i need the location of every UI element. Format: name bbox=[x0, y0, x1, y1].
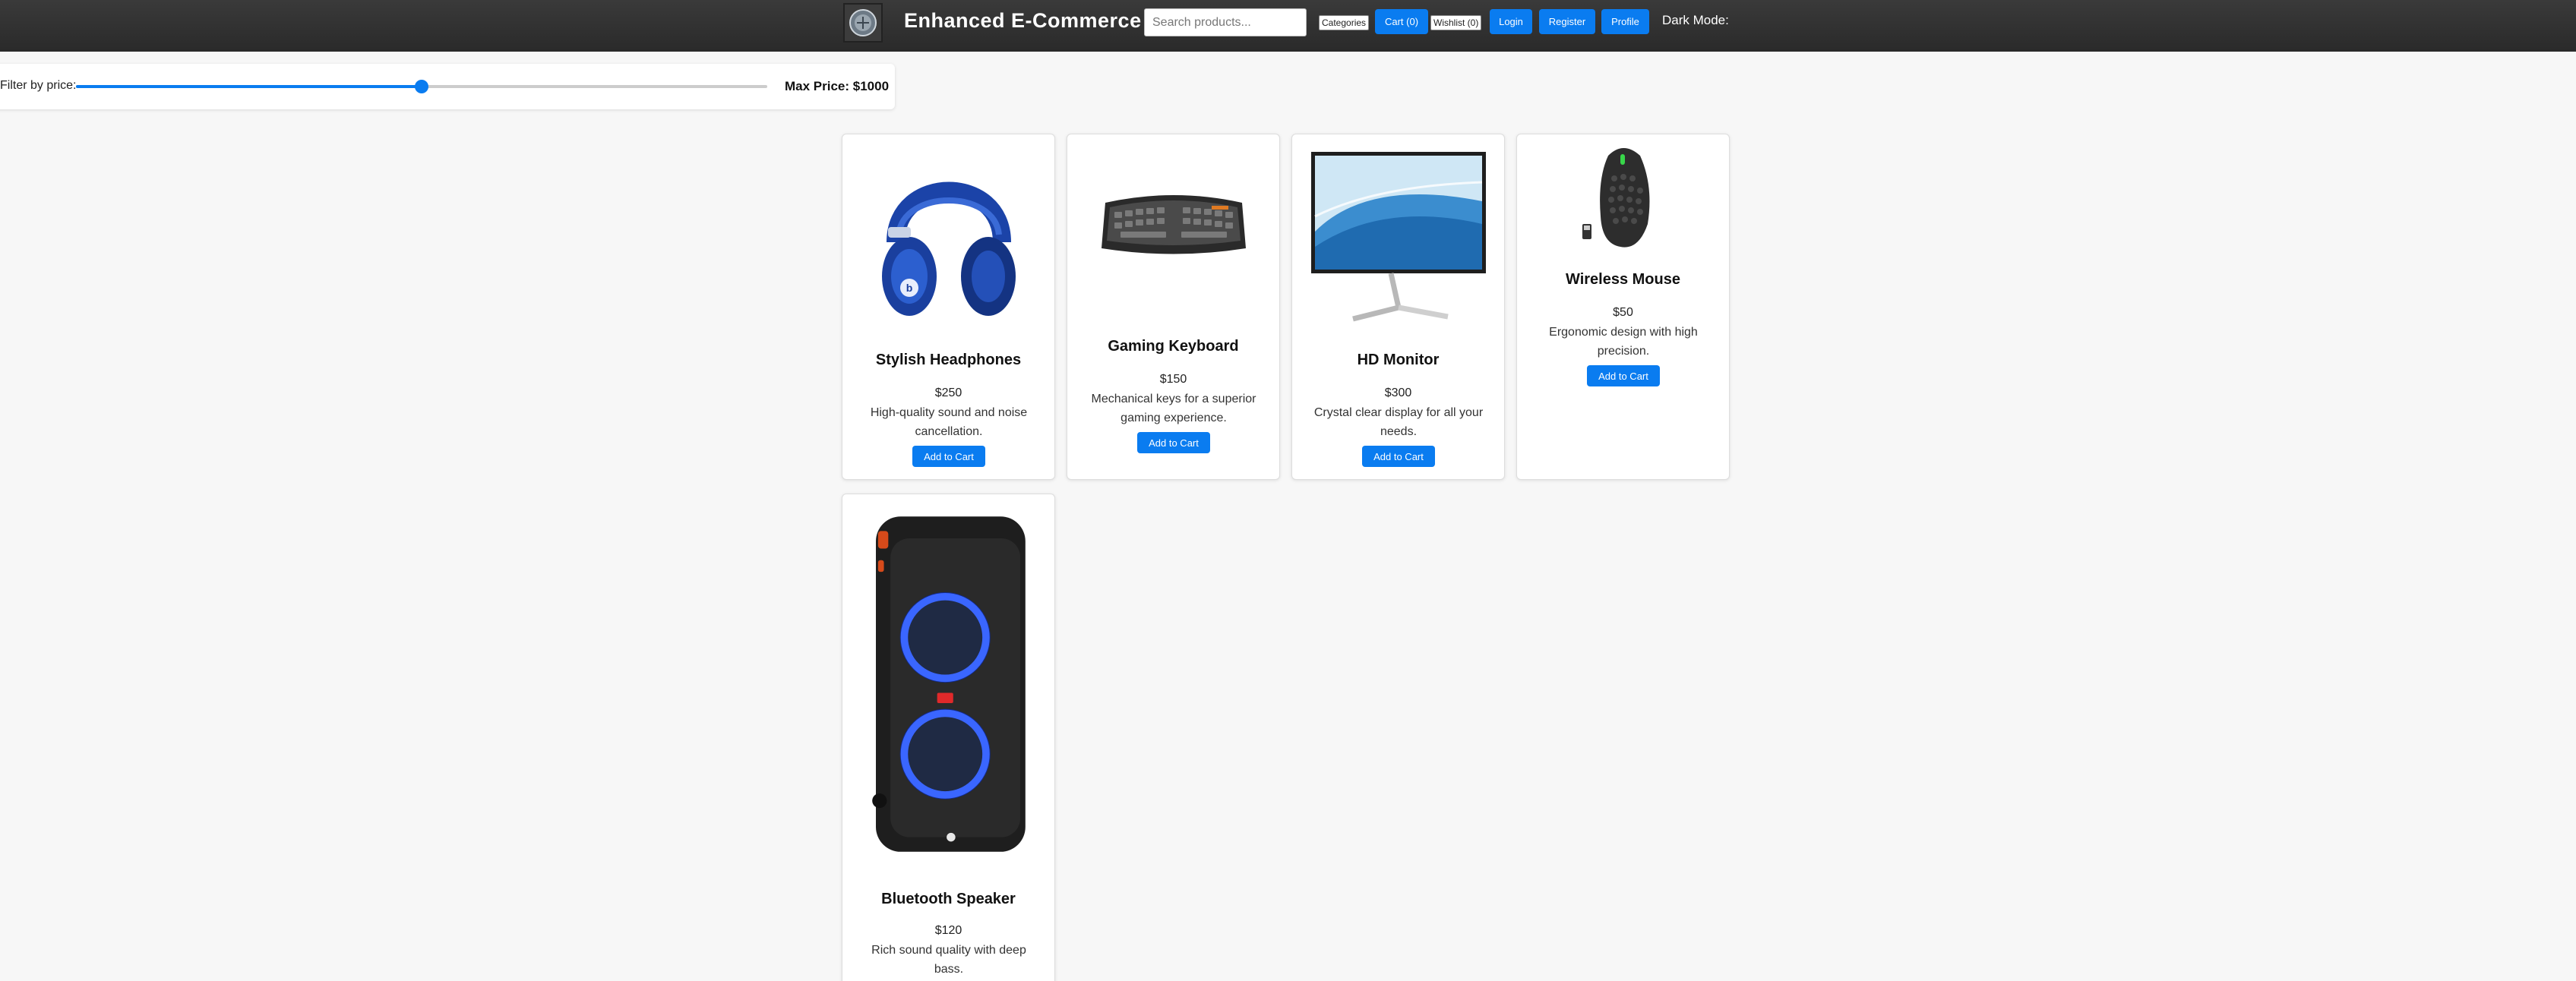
product-name: Wireless Mouse bbox=[1566, 271, 1680, 288]
mouse-image bbox=[1532, 140, 1715, 254]
add-to-cart-button[interactable]: Add to Cart bbox=[1587, 365, 1660, 386]
product-description: Ergonomic design with high precision. bbox=[1549, 326, 1698, 358]
product-card: Gaming Keyboard $150 Mechanical keys for… bbox=[1067, 134, 1280, 480]
keyboard-image bbox=[1083, 172, 1265, 279]
product-description: High-quality sound and noise cancellatio… bbox=[870, 406, 1028, 438]
brand-title[interactable]: Enhanced E-Commerce bbox=[904, 9, 1142, 33]
wishlist-button[interactable]: Wishlist (0) bbox=[1430, 15, 1482, 30]
product-name: Gaming Keyboard bbox=[1108, 338, 1239, 355]
add-to-cart-button[interactable]: Add to Cart bbox=[1362, 446, 1435, 467]
product-price: $120 bbox=[934, 924, 962, 937]
svg-text:b: b bbox=[906, 282, 913, 294]
top-navbar: Enhanced E-Commerce Categories Cart (0) … bbox=[0, 0, 2576, 52]
product-name: HD Monitor bbox=[1357, 352, 1440, 368]
product-price: $150 bbox=[1159, 373, 1187, 386]
login-button[interactable]: Login bbox=[1490, 9, 1532, 34]
register-button[interactable]: Register bbox=[1539, 9, 1595, 34]
product-price: $300 bbox=[1384, 386, 1412, 399]
slider-fill bbox=[76, 85, 422, 88]
profile-button[interactable]: Profile bbox=[1601, 9, 1649, 34]
categories-button[interactable]: Categories bbox=[1319, 15, 1370, 30]
headphones-image: b bbox=[858, 144, 1040, 326]
search-input[interactable] bbox=[1144, 8, 1307, 36]
product-description: Crystal clear display for all your needs… bbox=[1313, 406, 1484, 438]
speaker-image bbox=[858, 502, 1040, 866]
product-card: Bluetooth Speaker $120 Rich sound qualit… bbox=[842, 494, 1055, 981]
product-price: $250 bbox=[934, 386, 962, 399]
add-to-cart-button[interactable]: Add to Cart bbox=[912, 446, 985, 467]
price-slider[interactable] bbox=[76, 77, 767, 96]
dark-mode-label[interactable]: Dark Mode: bbox=[1662, 13, 1729, 28]
max-price-label: Max Price: $1000 bbox=[785, 79, 890, 93]
product-name: Stylish Headphones bbox=[875, 352, 1022, 368]
price-filter-panel: Filter by price: Max Price: $1000 bbox=[0, 64, 895, 109]
product-card: HD Monitor $300 Crystal clear display fo… bbox=[1291, 134, 1505, 480]
product-price: $50 bbox=[1613, 306, 1633, 319]
filter-label: Filter by price: bbox=[0, 79, 77, 92]
cart-button[interactable]: Cart (0) bbox=[1375, 9, 1428, 34]
logo-icon bbox=[849, 9, 877, 36]
product-description: Mechanical keys for a superior gaming ex… bbox=[1091, 393, 1256, 424]
monitor-image bbox=[1307, 148, 1490, 330]
site-logo[interactable] bbox=[843, 3, 883, 43]
slider-thumb[interactable] bbox=[415, 80, 428, 93]
add-to-cart-button[interactable]: Add to Cart bbox=[1137, 432, 1210, 453]
product-description: Rich sound quality with deep bass. bbox=[871, 944, 1026, 976]
product-name: Bluetooth Speaker bbox=[881, 891, 1016, 907]
product-card: b Stylish Headphones $250 High-quality s… bbox=[842, 134, 1055, 480]
product-card: Wireless Mouse $50 Ergonomic design with… bbox=[1516, 134, 1730, 480]
